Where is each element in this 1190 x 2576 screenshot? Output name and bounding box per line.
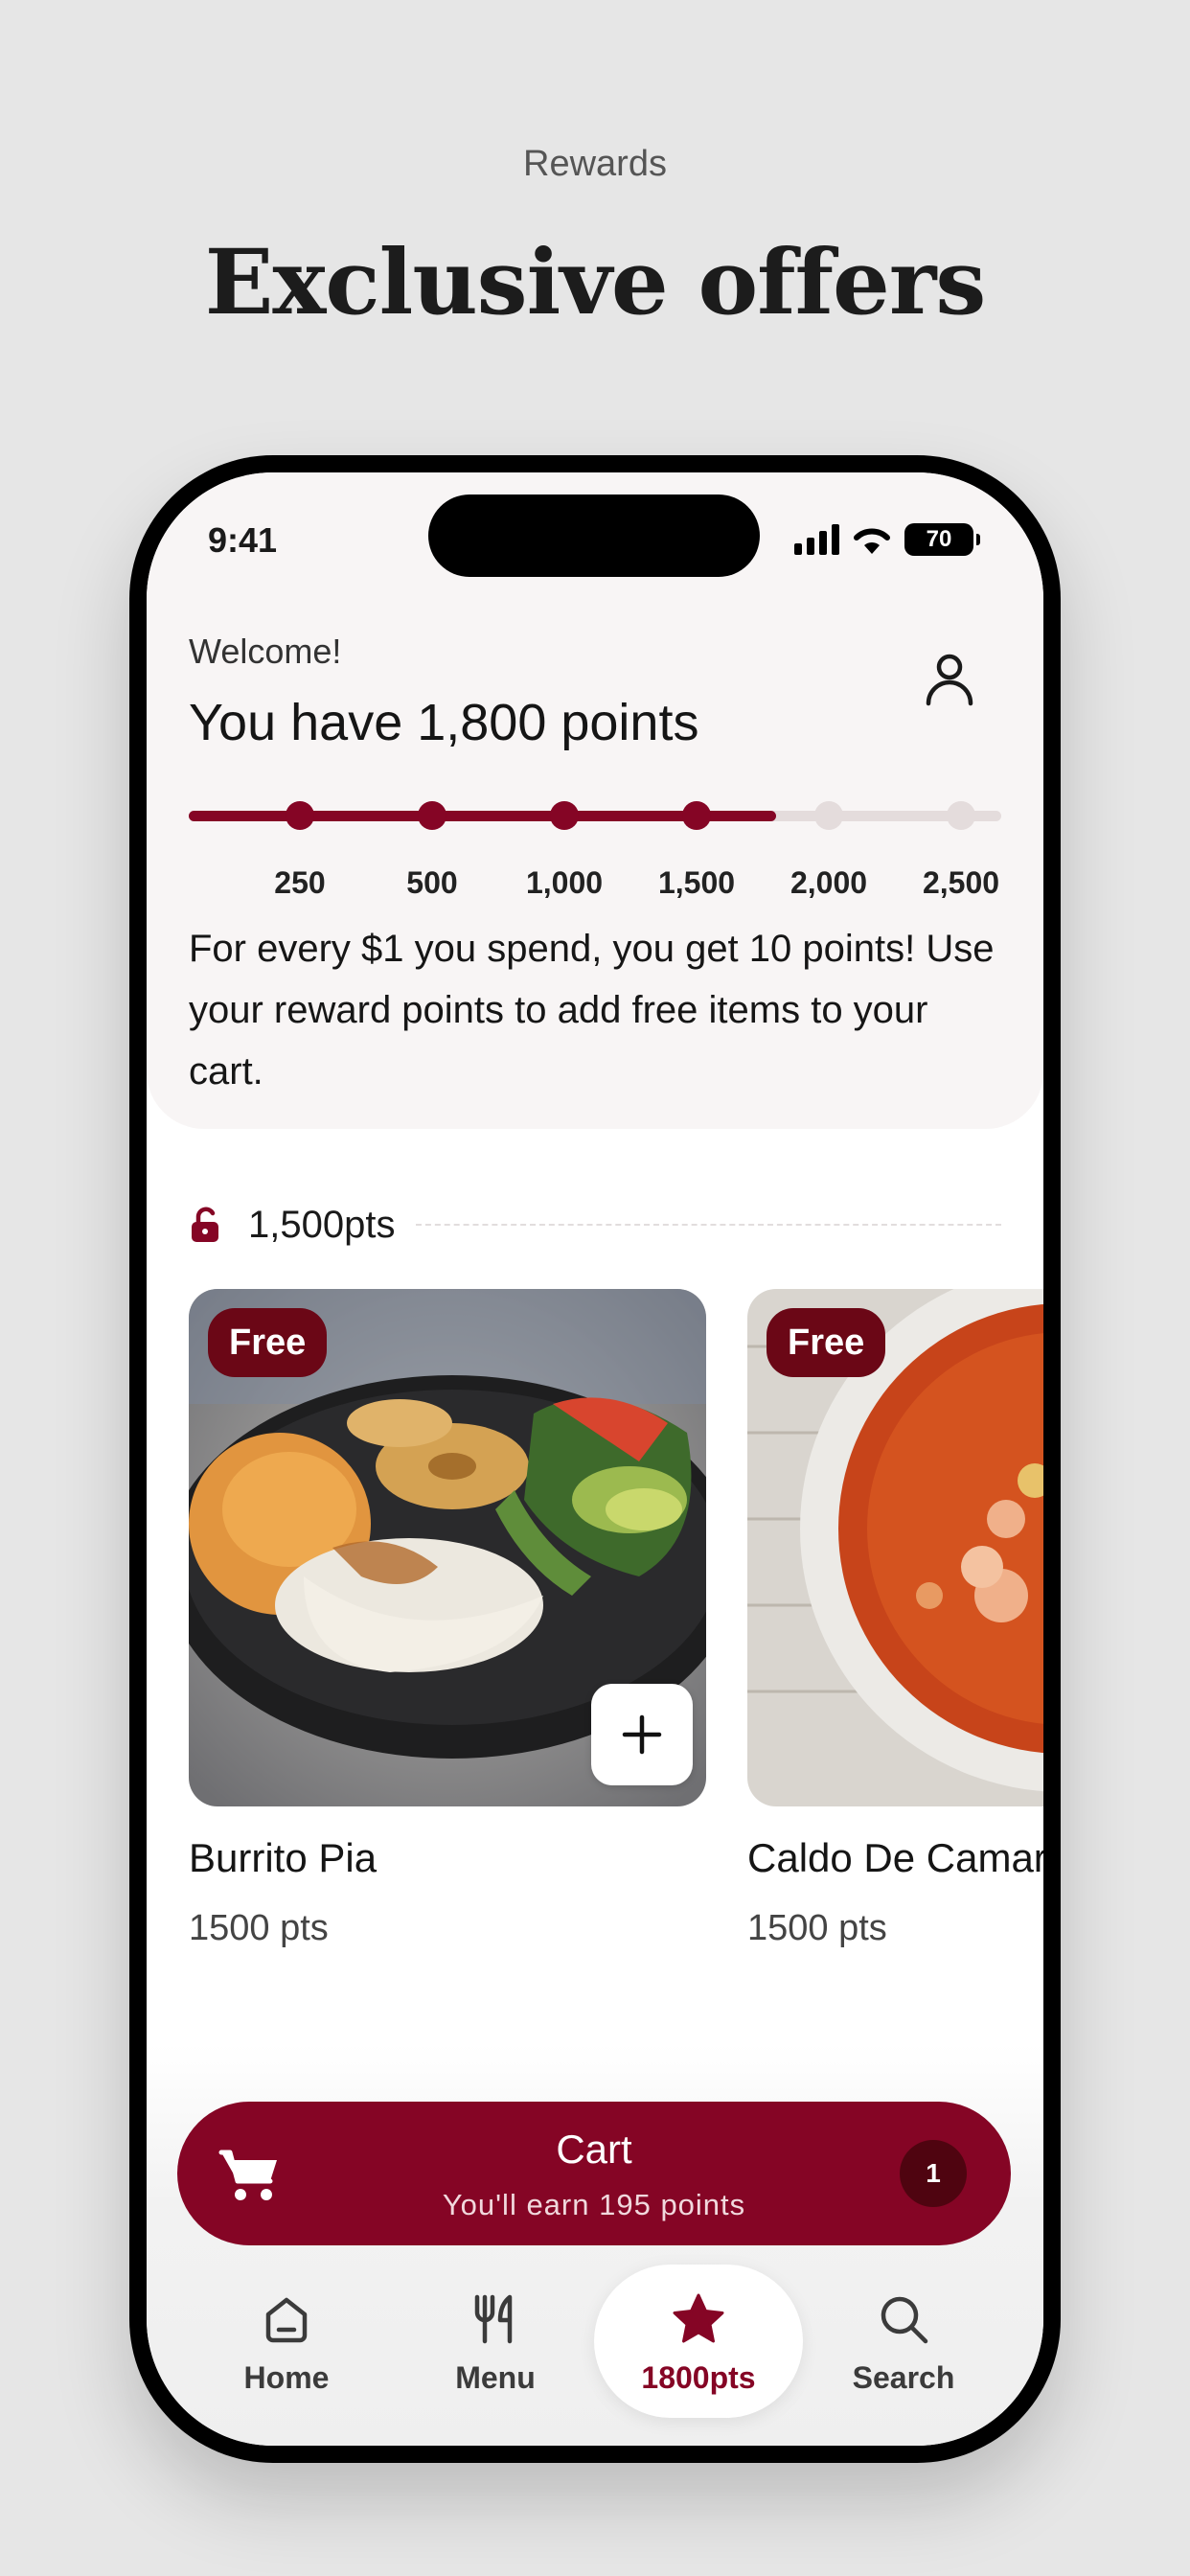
rewards-summary-panel: 9:41 70 Welcome! You have 1,800 points 2… (147, 472, 1043, 1129)
free-badge: Free (208, 1308, 328, 1377)
tier-divider (416, 1224, 1001, 1226)
battery-icon: 70 (904, 523, 980, 556)
tab-rewards[interactable]: 1800pts (594, 2265, 803, 2418)
wifi-icon (854, 528, 890, 554)
tab-label: Search (852, 2360, 955, 2395)
milestone-label: 1,000 (525, 865, 604, 900)
milestone-dot (814, 801, 843, 830)
phone-frame: 9:41 70 Welcome! You have 1,800 points 2… (129, 455, 1061, 2463)
burrito-plate-photo[interactable]: Free (189, 1289, 706, 1806)
shrimp-soup-photo[interactable]: Free (747, 1289, 1043, 1806)
tab-label: Home (243, 2360, 330, 2395)
promo-title: Exclusive offers (204, 230, 987, 335)
item-name: Burrito Pia (189, 1835, 378, 1880)
status-icons: 70 (794, 520, 980, 559)
search-icon (881, 2296, 928, 2344)
milestone-dot (550, 801, 579, 830)
item-price: 1500 pts (747, 1908, 887, 1948)
item-price: 1500 pts (189, 1908, 329, 1948)
battery-level: 70 (926, 526, 952, 552)
home-icon (265, 2297, 308, 2343)
cellular-signal-icon (794, 524, 839, 555)
milestone-dot (682, 801, 711, 830)
tab-bar: Home Menu 1800pts Search (147, 2265, 1043, 2427)
status-time: 9:41 (208, 520, 278, 560)
person-icon[interactable] (921, 650, 978, 707)
cart-title: Cart (556, 2127, 632, 2172)
milestone-label: 2,000 (790, 865, 868, 900)
tab-search[interactable]: Search (799, 2265, 1008, 2418)
milestone-label: 1,500 (657, 865, 736, 900)
dynamic-island (428, 494, 760, 577)
milestone-label: 250 (274, 865, 326, 900)
cart-earn-points: You'll earn 195 points (442, 2188, 746, 2221)
milestone-dot (418, 801, 446, 830)
fork-knife-icon (474, 2294, 513, 2344)
unlocked-lock-icon (192, 1207, 218, 1242)
free-badge: Free (767, 1308, 886, 1377)
tab-menu[interactable]: Menu (391, 2265, 600, 2418)
item-name: Caldo De Camarones (747, 1835, 1043, 1880)
star-icon (673, 2293, 724, 2343)
add-to-cart-button[interactable] (591, 1684, 693, 1785)
milestone-label: 500 (406, 865, 458, 900)
milestone-label: 2,500 (922, 865, 1000, 900)
promo-label: Rewards (523, 144, 667, 184)
points-heading: You have 1,800 points (189, 694, 699, 751)
tier-header: 1,500pts (189, 1196, 1001, 1254)
tab-label: Menu (455, 2360, 536, 2395)
points-info-text: For every $1 you spend, you get 10 point… (189, 928, 995, 1092)
plus-icon (622, 1714, 662, 1755)
tab-label: 1800pts (641, 2360, 756, 2395)
welcome-text: Welcome! (189, 632, 342, 671)
cart-button[interactable]: Cart You'll earn 195 points 1 (177, 2102, 1011, 2245)
cart-count-badge: 1 (900, 2140, 967, 2207)
tab-home[interactable]: Home (182, 2265, 391, 2418)
milestone-dot (286, 801, 314, 830)
tier-label: 1,500pts (248, 1203, 396, 1246)
app-screen: 9:41 70 Welcome! You have 1,800 points 2… (147, 472, 1043, 2446)
milestone-dot (947, 801, 975, 830)
